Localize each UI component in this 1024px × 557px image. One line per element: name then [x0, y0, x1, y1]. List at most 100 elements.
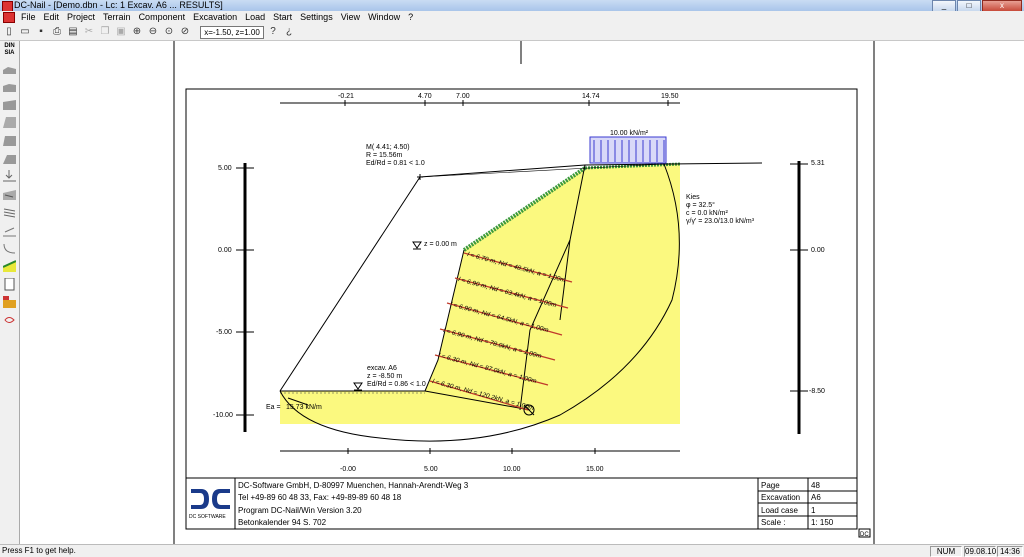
- phone-line: Tel +49-89 60 48 33, Fax: +49-89-89 60 4…: [238, 493, 402, 502]
- status-bar: Press F1 to get help. NUM 09.08.10 14:36: [0, 544, 1024, 557]
- terrain-icon[interactable]: [2, 61, 17, 76]
- menu-project[interactable]: Project: [63, 11, 99, 24]
- excavation-icon[interactable]: [2, 151, 17, 166]
- page-field-label: Page: [761, 481, 780, 490]
- left-tick-label: -5.00: [216, 329, 232, 336]
- company-line: DC-Software GmbH, D-80997 Muenchen, Hann…: [238, 481, 469, 490]
- soil-friction-label: φ = 32.5°: [686, 201, 715, 209]
- layers-icon[interactable]: [2, 79, 17, 94]
- toolbar: ▯ ▭ ▪ ⎙ ▤ ✂ ❐ ▣ ⊕ ⊖ ⊙ ⊘ x=-1.50, z=1.00 …: [0, 24, 1024, 41]
- zoom-in-icon[interactable]: ⊕: [130, 25, 144, 39]
- left-tick-label: 5.00: [218, 165, 232, 172]
- water-level-label: z = 0.00 m: [424, 241, 457, 248]
- top-tick-label: 19.50: [661, 93, 679, 100]
- right-tick-label: 0.00: [811, 247, 825, 254]
- menu-settings[interactable]: Settings: [296, 11, 337, 24]
- menu-component[interactable]: Component: [135, 11, 190, 24]
- top-tick-label: 14.74: [582, 93, 600, 100]
- anchor-icon[interactable]: [2, 187, 17, 202]
- menu-help[interactable]: ?: [404, 11, 417, 24]
- excavation-level-icon: [353, 382, 363, 390]
- geotextile-icon[interactable]: [2, 223, 17, 238]
- soil-name-label: Kies: [686, 194, 700, 201]
- scale-field-value: 1: 150: [811, 518, 834, 527]
- excavation-field-label: Excavation: [761, 493, 800, 502]
- context-help-icon[interactable]: ¿: [282, 25, 296, 39]
- bottom-tick-label: -0.00: [340, 466, 356, 473]
- menu-bar: File Edit Project Terrain Component Exca…: [0, 11, 1024, 24]
- bottom-tick-label: 5.00: [424, 466, 438, 473]
- document-icon[interactable]: [3, 12, 15, 23]
- soil-cohesion-label: c = 0.0 kN/m²: [686, 210, 728, 217]
- left-toolbar: DIN SIA: [0, 41, 20, 544]
- menu-view[interactable]: View: [337, 11, 364, 24]
- open-folder-icon[interactable]: ▭: [18, 25, 32, 39]
- calculation-icon[interactable]: [2, 259, 17, 274]
- slip-circle-icon[interactable]: [2, 241, 17, 256]
- status-text: Press F1 to get help.: [2, 546, 76, 555]
- left-tick-label: -10.00: [213, 412, 233, 419]
- menu-edit[interactable]: Edit: [40, 11, 64, 24]
- help-icon[interactable]: ?: [266, 25, 280, 39]
- circle-center-label: M( 4.41; 4.50): [366, 144, 410, 151]
- load-icon[interactable]: [2, 169, 17, 184]
- results-icon[interactable]: [2, 277, 17, 292]
- logo-text: DC SOFTWARE: [189, 514, 226, 520]
- status-time: 14:36: [997, 546, 1023, 557]
- info-icon[interactable]: [2, 313, 17, 328]
- menu-start[interactable]: Start: [269, 11, 296, 24]
- reference-line: Betonkalender 94 S. 702: [238, 518, 327, 527]
- bottom-tick-label: 10.00: [503, 466, 521, 473]
- soil-weight-label: γ/γ' = 23.0/13.0 kN/m³: [686, 218, 755, 225]
- corner-tag: DC: [860, 532, 869, 538]
- zoom-fit-icon[interactable]: ⊘: [178, 25, 192, 39]
- water-icon[interactable]: [2, 115, 17, 130]
- circle-utilization-label: Ed/Rd = 0.81 < 1.0: [366, 160, 425, 167]
- wall-icon[interactable]: [2, 133, 17, 148]
- soil-area: [280, 164, 680, 424]
- status-date: 09.08.10: [964, 546, 997, 557]
- load-label: 10.00 kN/m²: [610, 130, 649, 137]
- menu-excavation[interactable]: Excavation: [189, 11, 241, 24]
- print-icon[interactable]: ⎙: [50, 25, 64, 39]
- bottom-tick-label: 15.00: [586, 466, 604, 473]
- zoom-window-icon[interactable]: ⊙: [162, 25, 176, 39]
- zoom-out-icon[interactable]: ⊖: [146, 25, 160, 39]
- menu-window[interactable]: Window: [364, 11, 404, 24]
- save-icon[interactable]: ▪: [34, 25, 48, 39]
- earth-pressure-label: 15.73 kN/m: [286, 404, 322, 411]
- paste-icon[interactable]: ▣: [114, 25, 128, 39]
- right-tick-label: -8.50: [809, 388, 825, 395]
- top-tick-label: 4.70: [418, 93, 432, 100]
- window-title: DC-Nail - [Demo.dbn - Lc: 1 Excav. A6 ..…: [14, 0, 223, 10]
- coordinate-display: x=-1.50, z=1.00: [200, 25, 264, 39]
- menu-file[interactable]: File: [17, 11, 40, 24]
- num-lock-indicator: NUM: [930, 546, 962, 557]
- program-line: Program DC-Nail/Win Version 3.20: [238, 506, 362, 515]
- nails-icon[interactable]: [2, 205, 17, 220]
- left-tick-label: 0.00: [218, 247, 232, 254]
- excavation-depth-label: z = -8.50 m: [367, 373, 402, 380]
- copy-icon[interactable]: ❐: [98, 25, 112, 39]
- cut-icon[interactable]: ✂: [82, 25, 96, 39]
- earth-pressure-symbol: Ea =: [266, 404, 281, 411]
- graphic-icon[interactable]: [2, 295, 17, 310]
- dc-logo: [191, 489, 209, 509]
- loadcase-field-value: 1: [811, 506, 816, 515]
- drawing-canvas[interactable]: l = 6.70 m, Nd = 48.5kN, a = 1.00m l = 6…: [20, 41, 1024, 544]
- page-field-value: 48: [811, 481, 820, 490]
- new-file-icon[interactable]: ▯: [2, 25, 16, 39]
- excavation-field-value: A6: [811, 493, 821, 502]
- norm-din-sia-label[interactable]: DIN SIA: [2, 43, 17, 57]
- menu-load[interactable]: Load: [241, 11, 269, 24]
- loadcase-field-label: Load case: [761, 506, 798, 515]
- top-tick-label: 7.00: [456, 93, 470, 100]
- water-level-icon: [412, 241, 422, 249]
- soil-icon[interactable]: [2, 97, 17, 112]
- title-bar: DC-Nail - [Demo.dbn - Lc: 1 Excav. A6 ..…: [0, 0, 1024, 12]
- excavation-name-label: excav. A6: [367, 365, 397, 372]
- menu-terrain[interactable]: Terrain: [99, 11, 135, 24]
- circle-radius-label: R = 15.56m: [366, 152, 403, 159]
- print-preview-icon[interactable]: ▤: [66, 25, 80, 39]
- right-tick-label: 5.31: [811, 160, 825, 167]
